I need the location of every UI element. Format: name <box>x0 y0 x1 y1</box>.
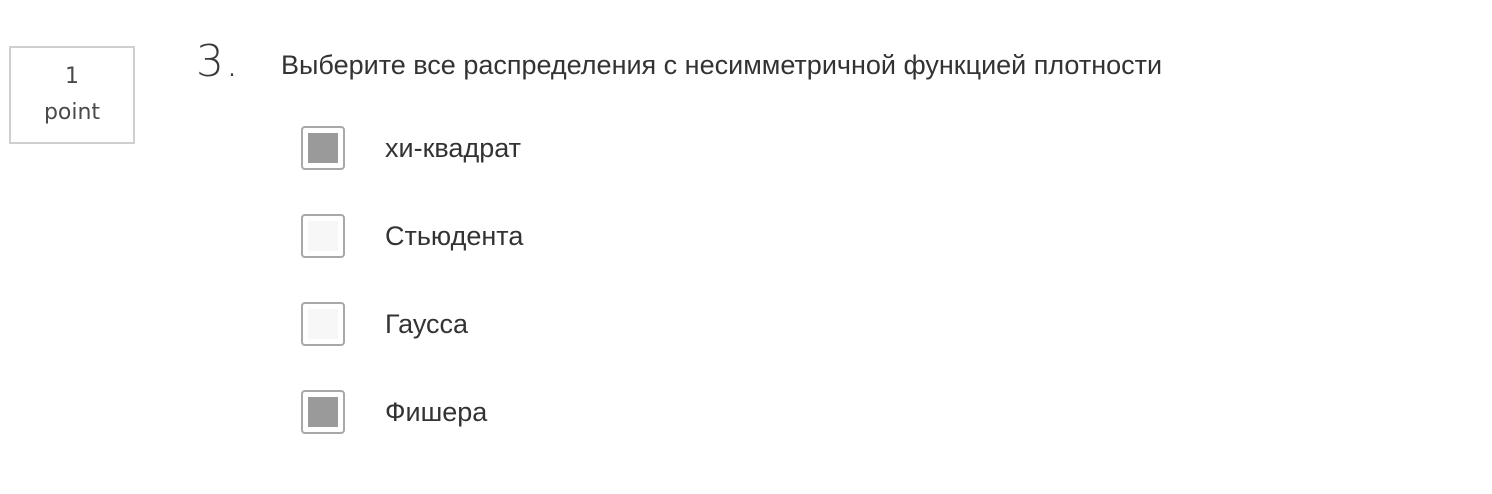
question-text: Выберите все распределения с несимметрич… <box>281 50 1163 80</box>
option-label: хи-квадрат <box>385 132 522 163</box>
checkmark-fill <box>308 397 338 427</box>
option-label: Гаусса <box>385 308 469 339</box>
points-box: 1 point <box>9 46 135 144</box>
option-label: Фишера <box>385 396 488 427</box>
option-chi-square[interactable]: хи-квадрат <box>301 126 523 170</box>
checkbox[interactable] <box>301 126 345 170</box>
question-number: 3. <box>196 36 240 87</box>
option-fisher[interactable]: Фишера <box>301 390 523 434</box>
checkbox[interactable] <box>301 214 345 258</box>
option-gauss[interactable]: Гаусса <box>301 302 523 346</box>
points-value: 1 <box>65 64 79 89</box>
checkbox[interactable] <box>301 390 345 434</box>
checkmark-fill <box>308 133 338 163</box>
option-student[interactable]: Стьюдента <box>301 214 523 258</box>
option-label: Стьюдента <box>385 220 524 251</box>
checkbox[interactable] <box>301 302 345 346</box>
options-list: хи-квадрат Стьюдента Гаусса Фишера <box>301 126 523 478</box>
points-unit: point <box>43 100 101 125</box>
